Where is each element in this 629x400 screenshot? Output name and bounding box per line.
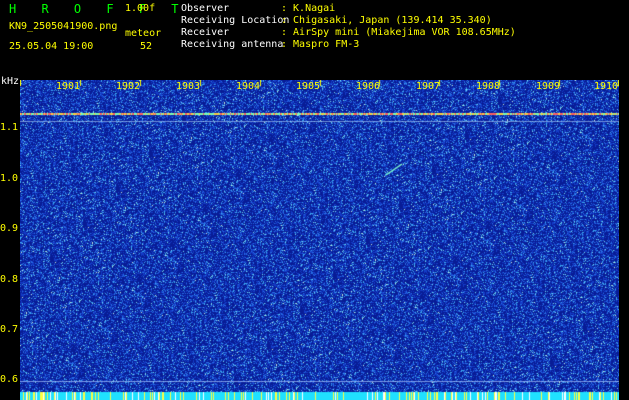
spectrogram-plot [20,80,619,400]
antenna-value: : Maspro FM-3 [281,39,360,50]
receiver-label: Receiver [181,27,230,38]
y-tick-label: 1.0 [0,173,19,184]
location-value: : Chigasaki, Japan (139.414 35.340) [281,15,492,26]
x-tick-label: 1909 [536,81,561,92]
y-tick-label: 0.6 [0,374,19,385]
spectrogram-canvas [20,80,619,400]
x-tick-label: 1910 [594,81,619,92]
observer-value: : K.Nagai [281,3,336,14]
x-tick-label: 1905 [296,81,321,92]
y-tick-label: 0.7 [0,324,19,335]
x-tick-label: 1907 [416,81,441,92]
x-tick-label: 1902 [116,81,141,92]
y-tick-label: 1.1 [0,122,19,133]
y-tick-label: 0.9 [0,223,19,234]
header-panel: H R O F F T 1.00f KN9_2505041900.png met… [0,0,629,78]
x-tick-label: 1903 [176,81,201,92]
y-tick-label: 0.8 [0,274,19,285]
app-title: H R O F F T [9,2,188,16]
x-tick-label: 1904 [236,81,261,92]
location-label: Receiving Location [181,15,290,26]
antenna-label: Receiving antenna [181,39,284,50]
app-version: 1.00f [125,3,156,14]
observer-label: Observer [181,3,230,14]
x-tick-label: 1906 [356,81,381,92]
y-axis-unit: kHz [1,76,20,87]
receiver-value: : AirSpy mini (Miakejima VOR 108.65MHz) [281,27,516,38]
x-tick-label: 1908 [476,81,501,92]
file-name: KN9_2505041900.png [9,21,118,32]
date-time: 25.05.04 19:00 [9,41,94,52]
meteor-count: 52 [140,41,153,52]
meteor-label: meteor [125,28,162,39]
x-tick-label: 1901 [56,81,81,92]
